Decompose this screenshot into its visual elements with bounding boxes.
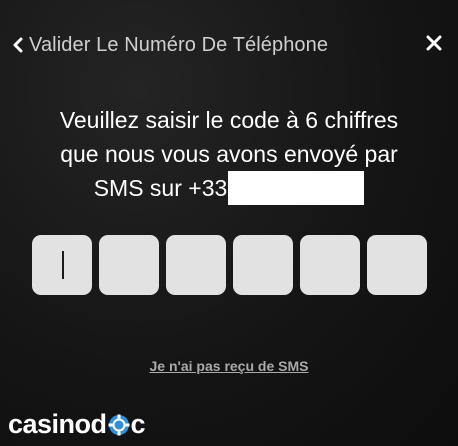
watermark-text-start: casinod (8, 409, 107, 439)
poker-chip-icon (108, 414, 130, 435)
back-button[interactable]: Valider Le Numéro De Téléphone (10, 34, 328, 57)
otp-digit-5[interactable] (300, 235, 360, 295)
resend-sms-link[interactable]: Je n'ai pas reçu de SMS (150, 358, 309, 374)
otp-digit-2[interactable] (99, 235, 159, 295)
close-icon[interactable] (424, 33, 444, 53)
otp-digit-1[interactable] (32, 235, 92, 295)
instruction-line-3: SMS sur +33 (94, 171, 365, 205)
modal-header: Valider Le Numéro De Téléphone (10, 30, 444, 60)
phone-number-redacted (228, 171, 365, 205)
chevron-left-icon (13, 37, 23, 53)
otp-digit-6[interactable] (367, 235, 427, 295)
resend-sms-container: Je n'ai pas reçu de SMS (0, 358, 458, 376)
instruction-line-1: Veuillez saisir le code à 6 chiffres (59, 107, 399, 133)
phone-prefix: SMS sur +33 (93, 175, 228, 201)
otp-code-inputs (32, 235, 427, 295)
instruction-text: Veuillez saisir le code à 6 chiffres que… (20, 103, 438, 205)
page-title: Valider Le Numéro De Téléphone (29, 33, 329, 56)
casinodoc-watermark: casinod c (8, 409, 146, 440)
instruction-line-2: que nous vous avons envoyé par (60, 141, 398, 167)
watermark-text-end: c (130, 409, 146, 439)
otp-digit-4[interactable] (233, 235, 293, 295)
otp-digit-3[interactable] (166, 235, 226, 295)
